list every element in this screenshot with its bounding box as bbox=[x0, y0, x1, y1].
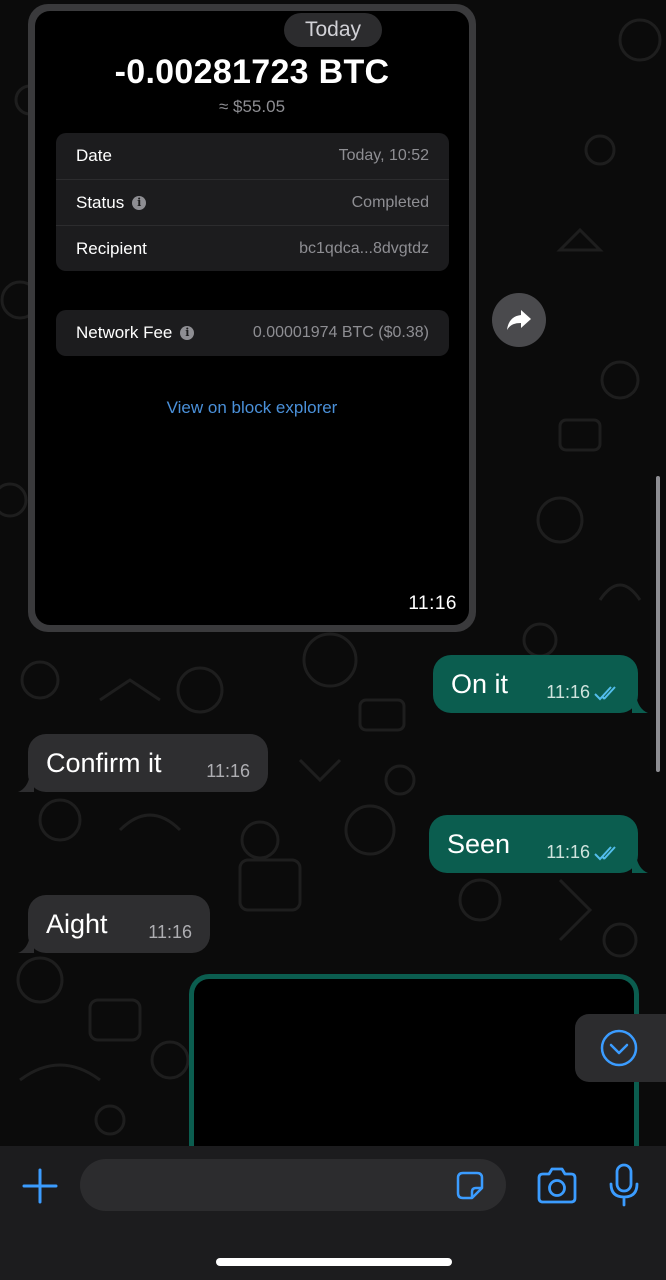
message-time: 11:16 bbox=[546, 842, 590, 862]
outgoing-message[interactable]: On it 11:16 bbox=[433, 655, 648, 713]
detail-label: Date bbox=[76, 146, 112, 165]
message-input[interactable] bbox=[80, 1159, 506, 1211]
bubble-tail bbox=[632, 695, 648, 713]
scrollbar[interactable] bbox=[656, 476, 660, 772]
message-time: 11:16 bbox=[148, 922, 192, 942]
screenshot-image-bubble[interactable]: -0.00281723 BTC ≈ $55.05 Date Today, 10:… bbox=[28, 4, 476, 632]
date-separator: Today bbox=[284, 13, 382, 47]
outgoing-message[interactable]: Seen 11:16 bbox=[429, 815, 648, 873]
block-explorer-link: View on block explorer bbox=[166, 398, 338, 417]
bubble-tail bbox=[632, 855, 648, 873]
message-text: Seen bbox=[447, 828, 511, 859]
home-indicator bbox=[216, 1258, 452, 1266]
info-icon: i bbox=[132, 195, 147, 210]
chevron-down-circle-icon bbox=[600, 1029, 638, 1067]
sticker-icon[interactable] bbox=[452, 1168, 488, 1204]
detail-row-network-fee: Network Fee i 0.00001974 BTC ($0.38) bbox=[56, 310, 449, 356]
camera-icon[interactable] bbox=[534, 1164, 580, 1208]
double-check-icon bbox=[594, 685, 616, 700]
bubble-tail bbox=[18, 935, 34, 953]
message-text: Aight bbox=[46, 908, 108, 939]
detail-row-date: Date Today, 10:52 bbox=[56, 133, 449, 179]
detail-label: Network Fee bbox=[76, 323, 173, 342]
message-time: 11:16 bbox=[206, 761, 250, 781]
detail-value: Today, 10:52 bbox=[338, 147, 429, 164]
microphone-icon[interactable] bbox=[604, 1162, 644, 1208]
image-preview bbox=[194, 979, 634, 1169]
fiat-equivalent: ≈ $55.05 bbox=[218, 97, 286, 116]
message-text: Confirm it bbox=[46, 747, 162, 778]
composer-bar bbox=[0, 1146, 666, 1280]
detail-row-recipient: Recipient bc1qdca...8dvgtdz bbox=[56, 225, 449, 271]
info-icon: i bbox=[180, 326, 195, 340]
detail-label: Recipient bbox=[76, 238, 147, 258]
incoming-message[interactable]: Aight 11:16 bbox=[18, 895, 210, 953]
outgoing-image-bubble[interactable] bbox=[189, 974, 639, 1174]
scroll-to-bottom-button[interactable] bbox=[575, 1014, 666, 1082]
network-fee-card: Network Fee i 0.00001974 BTC ($0.38) bbox=[56, 310, 449, 356]
detail-label: Status bbox=[76, 192, 125, 212]
transaction-amount: -0.00281723 BTC bbox=[114, 53, 390, 91]
transaction-screenshot: -0.00281723 BTC ≈ $55.05 Date Today, 10:… bbox=[35, 11, 469, 625]
plus-icon[interactable] bbox=[20, 1166, 60, 1206]
message-time: 11:16 bbox=[546, 682, 590, 702]
forward-arrow-icon bbox=[507, 310, 531, 330]
message-time: 11:16 bbox=[408, 593, 457, 614]
detail-value: 0.00001974 BTC ($0.38) bbox=[252, 324, 429, 341]
detail-value: Completed bbox=[351, 193, 429, 211]
detail-value: bc1qdca...8dvgtdz bbox=[299, 239, 429, 257]
transaction-details-card: Date Today, 10:52 Status i Completed Rec… bbox=[56, 133, 449, 271]
double-check-icon bbox=[594, 845, 616, 860]
incoming-message[interactable]: Confirm it 11:16 bbox=[18, 734, 268, 792]
message-text: On it bbox=[451, 668, 509, 699]
forward-button[interactable] bbox=[492, 293, 546, 347]
detail-row-status: Status i Completed bbox=[56, 179, 449, 225]
bubble-tail bbox=[18, 774, 34, 792]
